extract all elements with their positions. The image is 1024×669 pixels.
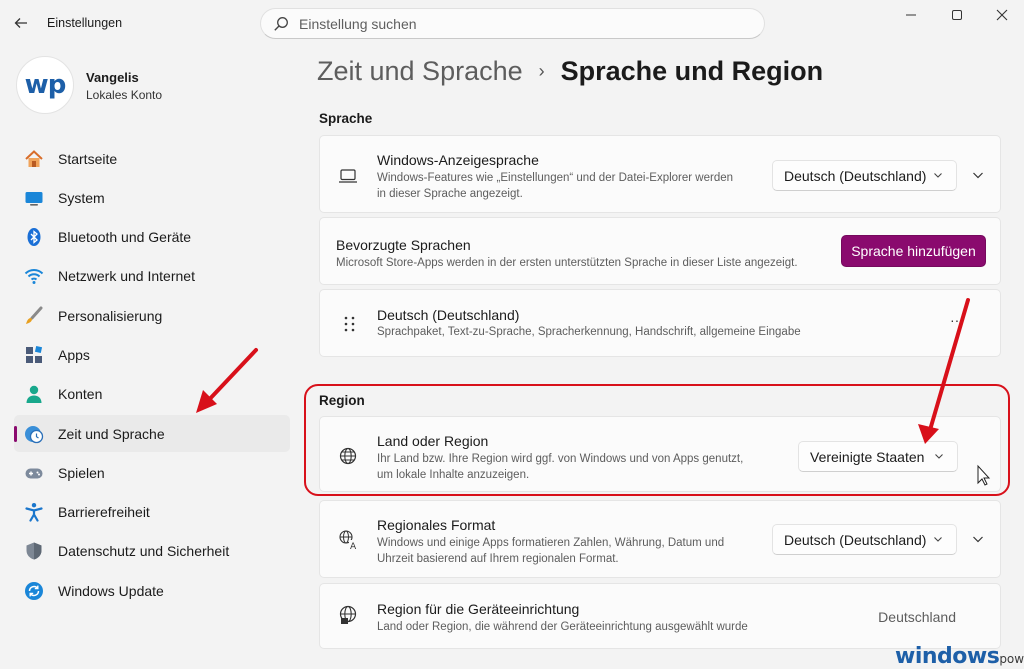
shield-icon <box>24 541 44 561</box>
avatar-logo: wp <box>24 70 67 100</box>
expand-chevron-icon[interactable] <box>971 168 985 182</box>
account-icon <box>24 384 44 404</box>
page-title: Sprache und Region <box>560 56 824 86</box>
user-profile[interactable]: wp Vangelis Lokales Konto <box>16 56 286 118</box>
add-language-button[interactable]: Sprache hinzufügen <box>841 235 986 267</box>
chevron-down-icon <box>934 173 942 178</box>
sidebar-item-spielen[interactable]: Spielen <box>14 454 290 491</box>
card-device-setup-region: Region für die Geräteeinrichtung Land od… <box>319 583 1001 649</box>
globe-device-icon <box>339 605 357 624</box>
bluetooth-icon <box>24 227 44 247</box>
brush-icon <box>24 306 44 326</box>
monitor-icon <box>24 188 44 208</box>
maximize-button[interactable] <box>935 4 979 26</box>
drag-handle-icon[interactable] <box>340 314 360 334</box>
accessibility-icon <box>24 502 44 522</box>
more-options-button[interactable]: ··· <box>950 312 964 328</box>
sidebar-item-windows-update[interactable]: Windows Update <box>14 572 290 609</box>
sidebar-item-label: Personalisierung <box>58 307 163 324</box>
breadcrumb-separator: › <box>538 61 545 81</box>
breadcrumb: Zeit und Sprache › Sprache und Region <box>317 56 823 87</box>
search-icon <box>274 16 288 31</box>
apps-icon <box>24 345 44 365</box>
card-description: Uhrzeit basierend auf Ihrem regionalen F… <box>377 553 619 565</box>
sidebar-item-label: Barrierefreiheit <box>58 504 150 521</box>
sidebar-item-label: System <box>58 189 105 206</box>
card-language-entry[interactable]: Deutsch (Deutschland) Sprachpaket, Text-… <box>319 289 1001 357</box>
sidebar-item-label: Datenschutz und Sicherheit <box>58 543 230 560</box>
card-description: Microsoft Store-Apps werden in der erste… <box>336 257 798 269</box>
svg-text:A: A <box>350 542 357 551</box>
dropdown-value: Deutsch (Deutschland) <box>784 167 927 184</box>
search-input[interactable] <box>299 15 739 32</box>
title-bar: Einstellungen <box>0 0 1024 46</box>
sidebar-item-label: Bluetooth und Geräte <box>58 229 192 246</box>
breadcrumb-parent[interactable]: Zeit und Sprache <box>317 56 523 87</box>
card-regional-format[interactable]: A Regionales Format Windows und einige A… <box>319 500 1001 578</box>
back-button[interactable] <box>10 12 32 34</box>
sidebar-item-label: Spielen <box>58 464 105 481</box>
sidebar-item-bluetooth[interactable]: Bluetooth und Geräte <box>14 219 290 256</box>
card-description: Windows-Features wie „Einstellungen“ und… <box>377 172 734 184</box>
sidebar-item-datenschutz[interactable]: Datenschutz und Sicherheit <box>14 533 290 570</box>
sidebar-item-apps[interactable]: Apps <box>14 336 290 373</box>
back-arrow-icon <box>14 18 27 28</box>
home-icon <box>24 149 44 169</box>
search-box[interactable] <box>260 8 765 39</box>
watermark-logo: windowspower <box>895 644 1024 669</box>
card-title: Regionales Format <box>377 517 496 533</box>
sidebar-item-personalisierung[interactable]: Personalisierung <box>14 297 290 334</box>
app-title: Einstellungen <box>47 16 123 30</box>
sidebar-item-startseite[interactable]: Startseite <box>14 140 290 177</box>
sidebar-nav: Startseite System Bluetooth und Geräte N… <box>14 140 290 612</box>
sidebar-item-label: Netzwerk und Internet <box>58 268 195 285</box>
section-title-sprache: Sprache <box>319 111 373 126</box>
expand-chevron-icon[interactable] <box>971 532 985 546</box>
gamepad-icon <box>24 463 44 483</box>
maximize-icon <box>952 10 962 20</box>
dropdown-value: Deutsch (Deutschland) <box>784 531 927 548</box>
language-format-icon: A <box>339 530 359 551</box>
update-icon <box>24 581 44 601</box>
clock-globe-icon <box>24 424 44 444</box>
wifi-icon <box>24 266 44 286</box>
sidebar-item-system[interactable]: System <box>14 179 290 216</box>
card-display-language[interactable]: Windows-Anzeigesprache Windows-Features … <box>319 135 1001 213</box>
card-description: Sprachpaket, Text-zu-Sprache, Spracherke… <box>377 326 801 338</box>
card-title: Region für die Geräteeinrichtung <box>377 601 580 617</box>
profile-name: Vangelis <box>86 70 139 85</box>
minimize-button[interactable] <box>889 4 933 26</box>
close-button[interactable] <box>980 4 1024 26</box>
sidebar-item-zeit-und-sprache[interactable]: Zeit und Sprache <box>14 415 290 453</box>
card-title: Deutsch (Deutschland) <box>377 307 520 323</box>
display-language-dropdown[interactable]: Deutsch (Deutschland) <box>772 160 957 191</box>
close-icon <box>996 9 1008 21</box>
sidebar-item-label: Startseite <box>58 150 118 167</box>
sidebar-item-netzwerk[interactable]: Netzwerk und Internet <box>14 258 290 295</box>
watermark-suffix: power <box>999 652 1024 666</box>
device-setup-region-value: Deutschland <box>878 609 956 625</box>
card-description: Land oder Region, die während der Geräte… <box>377 621 748 633</box>
card-description: in dieser Sprache angezeigt. <box>377 188 523 200</box>
avatar: wp <box>16 56 74 114</box>
sidebar-item-label: Windows Update <box>58 582 164 599</box>
chevron-down-icon <box>934 537 942 542</box>
sidebar-item-konten[interactable]: Konten <box>14 376 290 413</box>
card-description: Windows und einige Apps formatieren Zahl… <box>377 537 725 549</box>
profile-account-type: Lokales Konto <box>86 88 163 102</box>
sidebar-item-label: Zeit und Sprache <box>58 425 165 442</box>
highlight-annotation-box <box>304 384 1010 496</box>
card-title: Windows-Anzeigesprache <box>377 152 539 168</box>
regional-format-dropdown[interactable]: Deutsch (Deutschland) <box>772 524 957 555</box>
card-title: Bevorzugte Sprachen <box>336 237 471 253</box>
sidebar-item-label: Konten <box>58 386 103 403</box>
card-preferred-languages: Bevorzugte Sprachen Microsoft Store-Apps… <box>319 217 1001 285</box>
watermark-brand: windows <box>895 644 1000 669</box>
sidebar-item-barrierefreiheit[interactable]: Barrierefreiheit <box>14 494 290 531</box>
sidebar-item-label: Apps <box>58 346 90 363</box>
minimize-icon <box>906 14 916 16</box>
laptop-icon <box>339 169 357 183</box>
